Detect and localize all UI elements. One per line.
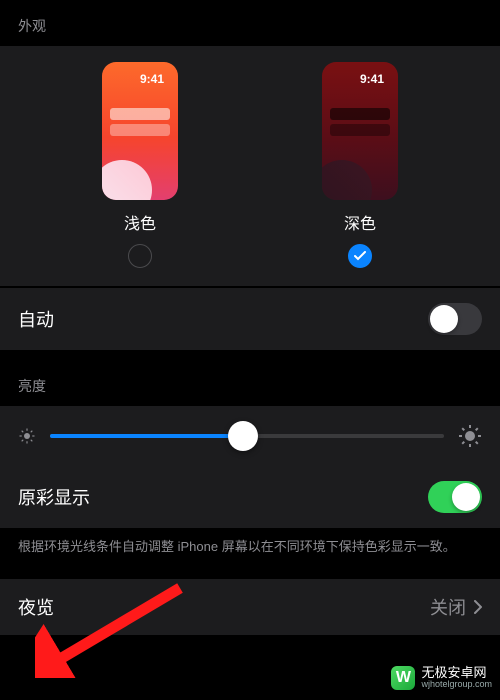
dark-label: 深色 xyxy=(344,210,376,234)
brightness-slider[interactable] xyxy=(50,434,444,438)
true-tone-label: 原彩显示 xyxy=(18,484,90,510)
brightness-slider-thumb[interactable] xyxy=(228,421,258,451)
preview-clock: 9:41 xyxy=(140,72,164,86)
night-shift-value: 关闭 xyxy=(430,594,466,620)
brightness-section-header: 亮度 xyxy=(0,350,500,406)
night-shift-value-area: 关闭 xyxy=(430,594,482,620)
watermark: W 无极安卓网 wjhotelgroup.com xyxy=(391,666,492,690)
light-preview-thumbnail: 9:41 xyxy=(102,62,178,200)
chevron-right-icon xyxy=(474,600,482,614)
watermark-logo-icon: W xyxy=(391,666,415,690)
true-tone-row[interactable]: 原彩显示 xyxy=(0,466,500,528)
appearance-option-light[interactable]: 9:41 浅色 xyxy=(102,62,178,268)
automatic-row[interactable]: 自动 xyxy=(0,288,500,350)
appearance-option-dark[interactable]: 9:41 深色 xyxy=(322,62,398,268)
brightness-slider-fill xyxy=(50,434,243,438)
preview-clock: 9:41 xyxy=(360,72,384,86)
automatic-switch[interactable] xyxy=(428,303,482,335)
brightness-low-icon xyxy=(18,427,36,445)
true-tone-footer-note: 根据环境光线条件自动调整 iPhone 屏幕以在不同环境下保持色彩显示一致。 xyxy=(0,528,500,579)
dark-preview-thumbnail: 9:41 xyxy=(322,62,398,200)
light-radio[interactable] xyxy=(128,244,152,268)
night-shift-label: 夜览 xyxy=(18,594,54,620)
watermark-title: 无极安卓网 xyxy=(421,666,492,680)
night-shift-row[interactable]: 夜览 关闭 xyxy=(0,579,500,635)
appearance-options: 9:41 浅色 9:41 深色 xyxy=(0,62,500,268)
brightness-high-icon xyxy=(458,424,482,448)
watermark-subtitle: wjhotelgroup.com xyxy=(421,680,492,690)
automatic-label: 自动 xyxy=(18,306,54,332)
appearance-panel: 9:41 浅色 9:41 深色 xyxy=(0,46,500,286)
brightness-panel xyxy=(0,406,500,466)
dark-radio[interactable] xyxy=(348,244,372,268)
true-tone-switch[interactable] xyxy=(428,481,482,513)
light-label: 浅色 xyxy=(124,210,156,234)
appearance-section-header: 外观 xyxy=(0,0,500,46)
